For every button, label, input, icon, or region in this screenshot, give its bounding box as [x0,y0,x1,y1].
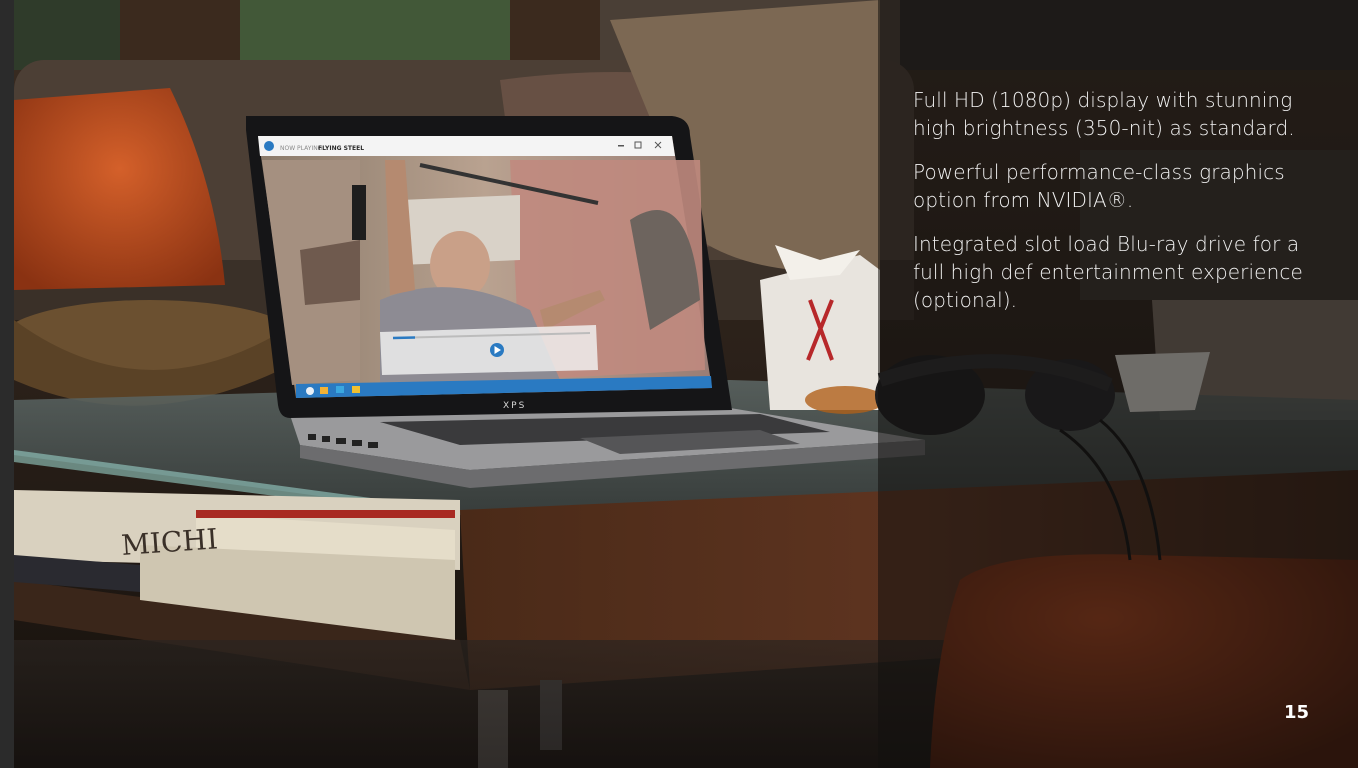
feature-list: Full HD (1080p) display with stunning hi… [913,86,1323,330]
page-number: 15 [1283,702,1309,723]
feature-display: Full HD (1080p) display with stunning hi… [913,88,1295,140]
play-icon[interactable] [264,141,274,151]
left-edge-strip [0,0,14,768]
svg-text:FLYING STEEL: FLYING STEEL [318,145,364,152]
feature-graphics: Powerful performance-class graphics opti… [913,160,1285,212]
feature-bluray: Integrated slot load Blu-ray drive for a… [913,232,1303,312]
xps-logo: XPS [503,401,526,411]
svg-text:MICHI: MICHI [120,522,219,562]
minimize-icon[interactable] [618,145,624,147]
